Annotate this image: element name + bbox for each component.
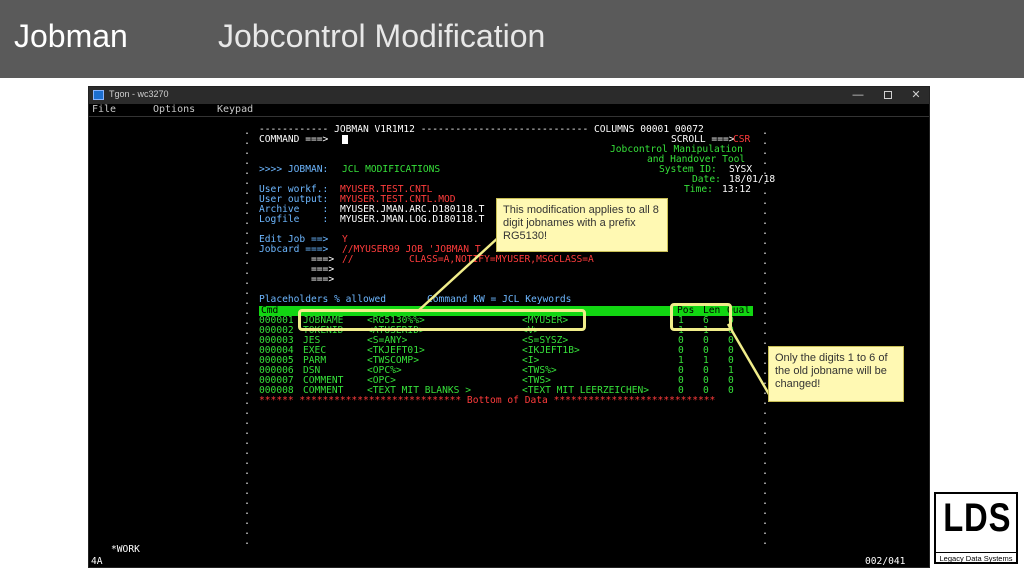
command-input[interactable] [342,135,348,146]
menu-file[interactable]: File [92,104,116,115]
text-cursor [342,135,348,144]
maximize-icon [884,91,892,100]
callout-jobname-prefix: This modification applies to all 8 digit… [496,198,668,252]
highlight-jobname-row [298,309,586,331]
status-bar: 4A *WORK 002/041 [89,545,929,567]
status-work: *WORK [111,544,140,555]
highlight-pos-len [670,303,732,331]
logfile-value: MYUSER.JMAN.LOG.D180118.T [340,214,485,225]
status-cursor-position: 002/041 [865,556,906,567]
slide-brand: Jobman [14,18,128,54]
logfile-label: Logfile : [259,214,329,225]
menu-keypad[interactable]: Keypad [217,104,253,115]
placeholders-note: Placeholders % allowed [259,294,387,305]
logo-caption: Legacy Data Systems [936,552,1016,563]
terminal-app-icon [93,90,104,100]
jobman-value: JCL MODIFICATIONS [342,164,441,175]
menu-options[interactable]: Options [153,104,195,115]
jobcard-line-2-prefix[interactable]: // [342,255,354,265]
margin-dot: . [762,536,769,547]
row-qual[interactable]: 0 [728,386,734,396]
minimize-button[interactable]: — [843,87,873,104]
jobman-label: >>>> JOBMAN: [259,164,329,175]
time-value: 13:12 [722,184,751,195]
slide-header: Jobman Jobcontrol Modification [0,0,1024,78]
jobcard-arrow-4: ===> [311,274,335,285]
jobcard-line-2[interactable]: CLASS=A,NOTIFY=MYUSER,MSGCLASS=A [409,255,594,265]
margin-dot: . [244,536,251,547]
logo-mark: LDS [943,496,1012,540]
bottom-of-data-line: ****** **************************** Bott… [259,395,716,406]
command-kw-note: Command KW = JCL Keywords [427,294,572,305]
command-label: COMMAND ===> [259,134,329,145]
menu-bar: File Options Keypad [89,104,929,117]
callout-digits-changed: Only the digits 1 to 6 of the old jobnam… [768,346,904,402]
window-titlebar[interactable]: Tgon - wc3270 — ✕ [89,87,929,104]
maximize-button[interactable] [873,87,903,104]
status-left: 4A [91,556,103,567]
lds-logo: LDS Legacy Data Systems [934,492,1018,564]
time-label: Time: [684,184,713,195]
slide-title: Jobcontrol Modification [218,18,546,54]
close-button[interactable]: ✕ [901,87,931,104]
window-title: Tgon - wc3270 [109,89,169,99]
